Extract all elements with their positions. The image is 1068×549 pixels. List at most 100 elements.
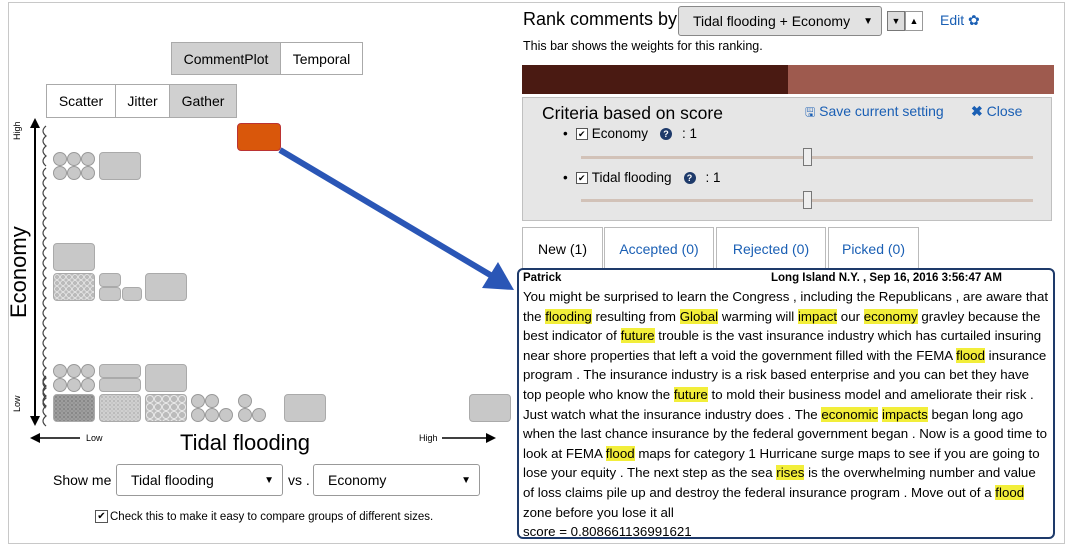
comment-group-box[interactable]	[145, 273, 187, 301]
tidal-flooding-label: Tidal flooding	[591, 170, 672, 185]
save-setting-button[interactable]: 🖫 Save current setting	[805, 103, 944, 124]
highlighted-keyword: economy	[863, 308, 918, 324]
edit-link[interactable]: Edit ✿	[940, 12, 980, 29]
comment-author: Patrick	[523, 272, 562, 284]
comment-dot[interactable]	[53, 364, 67, 378]
gather-button[interactable]: Gather	[169, 84, 237, 118]
comment-meta: Long Island N.Y. , Sep 16, 2016 3:56:47 …	[771, 272, 1002, 284]
comment-dot[interactable]	[81, 166, 95, 180]
x-dimension-select[interactable]: Tidal flooding ▼	[116, 464, 283, 496]
bullet: •	[563, 170, 568, 185]
comment-text-segment: zone before you lose it all	[523, 504, 674, 520]
commentplot-view-button[interactable]: CommentPlot	[171, 42, 281, 75]
comment-group-box[interactable]	[145, 364, 187, 392]
economy-checkbox[interactable]: ✔	[575, 127, 588, 140]
criteria-item-economy: • ✔ Economy ? : 1	[563, 126, 697, 141]
temporal-view-button[interactable]: Temporal	[280, 42, 363, 75]
highlighted-keyword: future	[620, 328, 655, 344]
comment-dot[interactable]	[238, 394, 252, 408]
comment-dot[interactable]	[53, 378, 67, 392]
tidal-flooding-checkbox[interactable]: ✔	[575, 171, 588, 184]
comment-body: You might be surprised to learn the Cong…	[523, 287, 1049, 522]
y-high-label: High	[12, 121, 22, 140]
tidal-flooding-value: : 1	[705, 170, 721, 185]
comment-dot[interactable]	[238, 408, 252, 422]
x-low-label: Low	[86, 433, 103, 443]
comment-dot[interactable]	[205, 394, 219, 408]
x-high-label: High	[419, 433, 438, 443]
comment-group-dense[interactable]	[53, 273, 95, 301]
comment-group-box[interactable]	[122, 287, 142, 301]
help-icon[interactable]: ?	[683, 171, 696, 184]
comment-dot[interactable]	[67, 364, 81, 378]
link-arrow	[278, 147, 514, 290]
comment-group-box[interactable]	[99, 152, 141, 180]
tab-new[interactable]: New (1)	[522, 227, 603, 269]
compare-checkbox[interactable]: ✔	[95, 510, 108, 523]
comment-score: score = 0.808661136991621	[523, 524, 692, 539]
weight-bar-tidal-flooding	[788, 65, 1054, 94]
comment-card: Patrick Long Island N.Y. , Sep 16, 2016 …	[517, 268, 1055, 539]
jitter-button[interactable]: Jitter	[115, 84, 170, 118]
vs-label: vs .	[288, 472, 310, 488]
highlighted-keyword: economic	[821, 406, 879, 422]
comment-dot[interactable]	[67, 152, 81, 166]
criteria-item-tidal-flooding: • ✔ Tidal flooding ? : 1	[563, 170, 721, 185]
dropdown-arrow-icon: ▼	[863, 15, 873, 27]
comment-dot[interactable]	[67, 166, 81, 180]
comment-dot[interactable]	[81, 378, 95, 392]
comment-group-box[interactable]	[53, 243, 95, 271]
save-icon: 🖫	[805, 105, 816, 119]
save-setting-label: Save current setting	[819, 103, 944, 119]
comment-group-box[interactable]	[469, 394, 511, 422]
dropdown-arrow-icon: ▼	[461, 474, 471, 486]
help-icon[interactable]: ?	[660, 127, 673, 140]
tab-rejected[interactable]: Rejected (0)	[716, 227, 826, 269]
x-axis-title: Tidal flooding	[180, 430, 311, 455]
rank-sort-up-button[interactable]: ▲	[905, 11, 923, 31]
comment-dot[interactable]	[53, 152, 67, 166]
economy-slider-thumb[interactable]	[803, 148, 812, 166]
rank-label: Rank comments by	[523, 9, 678, 29]
highlighted-keyword: rises	[776, 465, 805, 481]
scatter-button[interactable]: Scatter	[46, 84, 116, 118]
highlighted-keyword: impact	[797, 308, 838, 324]
highlighted-keyword: flooding	[545, 308, 592, 324]
comment-dot[interactable]	[67, 378, 81, 392]
close-icon: ✖	[971, 103, 983, 119]
comment-text-segment: warming will	[718, 308, 798, 324]
comment-dot[interactable]	[81, 152, 95, 166]
comment-group-dense[interactable]	[53, 394, 95, 422]
rank-select[interactable]: Tidal flooding + Economy ▼	[678, 6, 882, 36]
comment-group-dense[interactable]	[99, 394, 141, 422]
highlighted-keyword: flood	[605, 445, 635, 461]
comment-group-box[interactable]	[99, 378, 141, 392]
rank-sort-down-button[interactable]: ▼	[887, 11, 905, 31]
comment-group-box[interactable]	[99, 287, 121, 301]
show-me-label: Show me	[53, 472, 112, 488]
highlighted-keyword: Global	[679, 308, 719, 324]
comment-dot[interactable]	[191, 394, 205, 408]
comment-group-dense[interactable]	[145, 394, 187, 422]
comment-dot[interactable]	[53, 166, 67, 180]
comment-dot[interactable]	[81, 364, 95, 378]
comment-dot[interactable]	[205, 408, 219, 422]
gear-icon: ✿	[968, 12, 980, 28]
close-button[interactable]: ✖ Close	[971, 103, 1022, 120]
highlighted-keyword: future	[673, 386, 708, 402]
y-dimension-select[interactable]: Economy ▼	[313, 464, 480, 496]
compare-checkbox-row: ✔ Check this to make it easy to compare …	[95, 510, 433, 523]
comment-dot[interactable]	[191, 408, 205, 422]
comment-dot[interactable]	[219, 408, 233, 422]
comment-group-box[interactable]	[284, 394, 326, 422]
comment-group-box[interactable]	[99, 273, 121, 287]
criteria-panel: Criteria based on score 🖫 Save current s…	[522, 97, 1052, 221]
dropdown-arrow-icon: ▼	[264, 474, 274, 486]
tab-picked[interactable]: Picked (0)	[828, 227, 919, 269]
comment-group-box[interactable]	[99, 364, 141, 378]
comment-text-segment: resulting from	[591, 308, 680, 324]
close-label: Close	[986, 103, 1023, 119]
tab-accepted[interactable]: Accepted (0)	[604, 227, 714, 269]
tidal-flooding-slider-thumb[interactable]	[803, 191, 812, 209]
comment-dot[interactable]	[252, 408, 266, 422]
